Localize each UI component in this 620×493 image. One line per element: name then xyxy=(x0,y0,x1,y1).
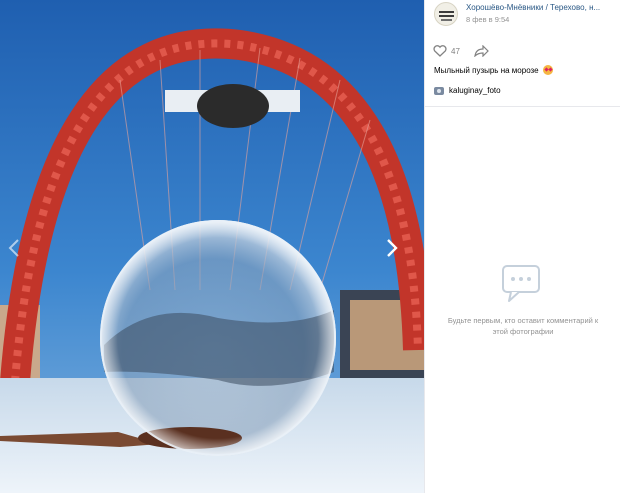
chevron-right-icon xyxy=(387,239,398,257)
caption-text: Мыльный пузырь на морозе xyxy=(434,66,539,75)
post-caption: Мыльный пузырь на морозе xyxy=(434,65,553,75)
share-button[interactable] xyxy=(474,45,489,57)
share-arrow-icon xyxy=(474,45,489,57)
avatar[interactable] xyxy=(434,2,458,26)
heart-eyes-emoji-icon xyxy=(542,65,553,75)
like-button[interactable]: 47 xyxy=(433,45,460,57)
next-photo-button[interactable] xyxy=(386,238,410,272)
post-actions: 47 xyxy=(433,43,489,59)
divider xyxy=(425,106,620,107)
post-date[interactable]: 8 фев в 9:54 xyxy=(466,15,509,24)
photo-viewer[interactable] xyxy=(0,0,424,493)
comments-empty-text: Будьте первым, кто оставит комментарий к… xyxy=(447,316,599,336)
like-count: 47 xyxy=(451,46,460,56)
post-panel: Хорошёво-Мнёвники / Терехово, н... 8 фев… xyxy=(424,0,620,493)
photo-credit: kaluginay_foto xyxy=(434,86,501,95)
prev-photo-button[interactable] xyxy=(8,238,32,272)
photo xyxy=(0,0,424,493)
author-name[interactable]: Хорошёво-Мнёвники / Терехово, н... xyxy=(466,3,612,12)
chevron-left-icon xyxy=(8,239,19,257)
comments-icon xyxy=(502,265,540,302)
photo-credit-text[interactable]: kaluginay_foto xyxy=(449,86,501,95)
heart-icon xyxy=(433,45,447,57)
camera-icon xyxy=(434,86,444,95)
